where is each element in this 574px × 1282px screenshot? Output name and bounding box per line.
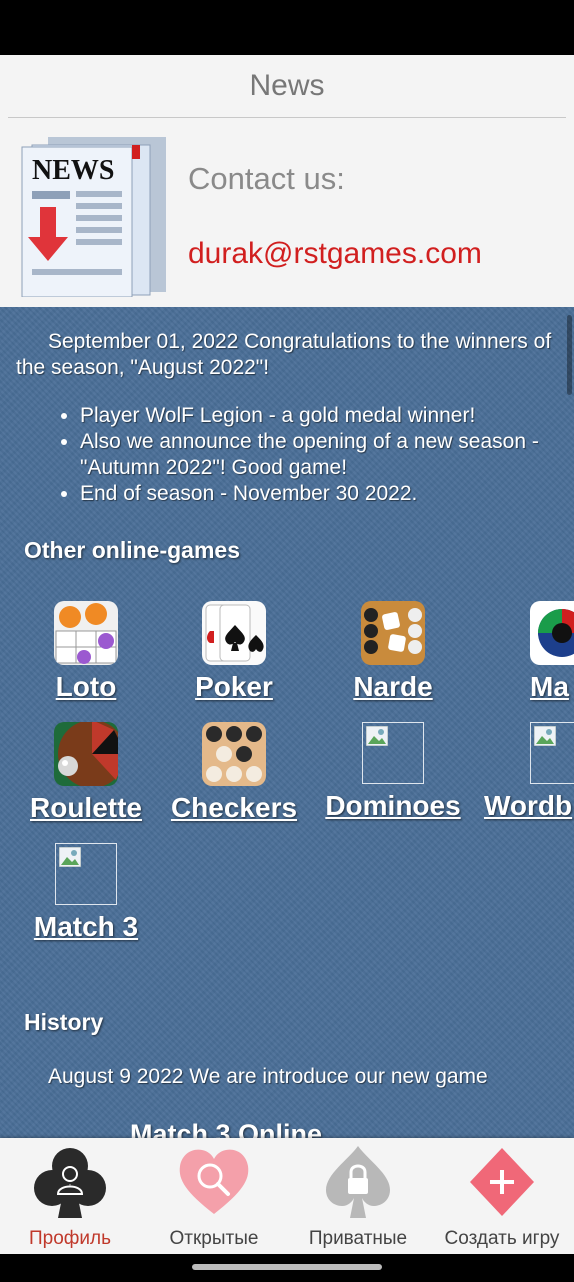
- history-paragraph: August 9 2022 We are introduce our new g…: [48, 1065, 488, 1088]
- checkers-icon: [202, 722, 266, 786]
- broken-image-icon: [55, 843, 117, 905]
- news-paragraph: September 01, 2022 Congratulations to th…: [16, 330, 552, 379]
- game-checkers[interactable]: Checkers: [164, 722, 304, 824]
- news-list: Player WolF Legion - a gold medal winner…: [62, 403, 574, 507]
- lock-spade-icon: [326, 1146, 390, 1218]
- broken-image-icon: [362, 722, 424, 784]
- profile-club-icon: [34, 1148, 106, 1218]
- news-content[interactable]: September 01, 2022 Congratulations to th…: [0, 307, 574, 1138]
- news-logo-text: NEWS: [32, 155, 114, 186]
- nav-item-profile[interactable]: Профиль: [0, 1138, 140, 1254]
- loto-icon: [54, 601, 118, 665]
- nav-label: Открытые: [169, 1228, 259, 1249]
- roulette-icon: [54, 722, 118, 786]
- add-diamond-icon: [470, 1148, 534, 1216]
- nav-item-private[interactable]: Приватные: [288, 1138, 428, 1254]
- game-loto[interactable]: Loto: [26, 601, 146, 703]
- nav-label: Профиль: [28, 1228, 112, 1249]
- home-gesture-handle[interactable]: [192, 1264, 382, 1270]
- history-subtitle: Match 3 Online: [130, 1119, 323, 1138]
- news-header: News NEWS Contact us: durak@rstgames.com: [0, 55, 574, 307]
- bottom-nav: Профиль Открытые Приватные Создать игру: [0, 1138, 574, 1254]
- game-label[interactable]: Narde: [333, 671, 453, 703]
- game-dominoes[interactable]: Dominoes: [318, 722, 468, 822]
- search-heart-icon: [179, 1149, 249, 1214]
- nav-label: Приватные: [308, 1228, 408, 1249]
- title-divider: [8, 117, 566, 118]
- status-bar: [0, 0, 574, 55]
- game-wordbox[interactable]: Wordb: [484, 722, 574, 822]
- nav-item-create-game[interactable]: Создать игру: [432, 1138, 572, 1254]
- game-match3[interactable]: Match 3: [26, 843, 146, 943]
- mafia-icon: [530, 601, 574, 665]
- contact-label: Contact us:: [188, 161, 345, 196]
- news-logo-icon: NEWS: [21, 137, 166, 297]
- game-poker[interactable]: Poker: [174, 601, 294, 703]
- page-title: News: [249, 69, 325, 102]
- game-mafia[interactable]: Ma: [530, 601, 574, 703]
- game-label[interactable]: Wordb: [484, 790, 574, 822]
- game-label[interactable]: Dominoes: [318, 790, 468, 822]
- news-list-item: Also we announce the opening of a new se…: [80, 429, 574, 481]
- other-games-title: Other online-games: [24, 537, 240, 563]
- nav-item-open[interactable]: Открытые: [144, 1138, 284, 1254]
- game-label[interactable]: Match 3: [26, 911, 146, 943]
- game-label[interactable]: Poker: [174, 671, 294, 703]
- history-title: History: [24, 1009, 104, 1035]
- game-label[interactable]: Roulette: [16, 792, 156, 824]
- game-label[interactable]: Checkers: [164, 792, 304, 824]
- game-label[interactable]: Ma: [530, 671, 574, 703]
- nav-label: Создать игру: [444, 1228, 560, 1249]
- narde-icon: [361, 601, 425, 665]
- news-list-item: End of season - November 30 2022.: [80, 481, 574, 507]
- game-narde[interactable]: Narde: [333, 601, 453, 703]
- scrollbar[interactable]: [567, 315, 572, 395]
- poker-icon: [202, 601, 266, 665]
- game-label[interactable]: Loto: [26, 671, 146, 703]
- news-list-item: Player WolF Legion - a gold medal winner…: [80, 403, 574, 429]
- game-roulette[interactable]: Roulette: [16, 722, 156, 824]
- broken-image-icon: [530, 722, 574, 784]
- contact-email-link[interactable]: durak@rstgames.com: [188, 237, 482, 271]
